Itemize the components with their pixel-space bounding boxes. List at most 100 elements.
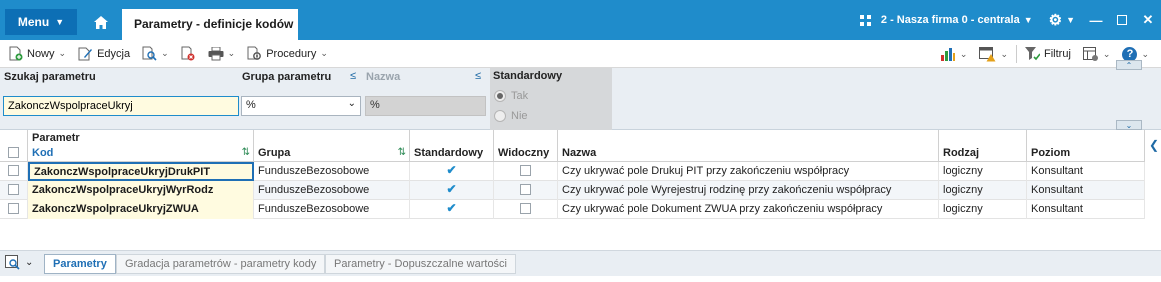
tab-gradacja[interactable]: Gradacja parametrów - parametry kody bbox=[116, 254, 326, 274]
column-label-kod: Kod bbox=[32, 147, 54, 159]
column-header-standardowy[interactable]: Standardowy bbox=[410, 130, 494, 162]
bottom-tab-bar: ⌄ Parametry Gradacja parametrów - parame… bbox=[0, 250, 1161, 276]
table-row[interactable]: ZakonczWspolpraceUkryjDrukPIT FunduszeBe… bbox=[0, 162, 1145, 181]
chevron-left-icon: ❮ bbox=[1148, 138, 1160, 152]
table-settings-icon bbox=[1082, 46, 1098, 61]
row-checkbox[interactable] bbox=[8, 165, 19, 176]
select-all-checkbox[interactable] bbox=[8, 147, 19, 158]
table-row[interactable]: ZakonczWspolpraceUkryjWyrRodz FunduszeBe… bbox=[0, 181, 1145, 200]
cell-poziom: Konsultant bbox=[1027, 181, 1145, 200]
menu-label: Menu bbox=[17, 15, 50, 29]
visible-checkbox[interactable] bbox=[520, 203, 531, 214]
chevron-down-icon: ▼ bbox=[1023, 15, 1033, 25]
sort-ascending-icon: ⇅ bbox=[241, 147, 250, 158]
tab-dopuszczalne-wartosci[interactable]: Parametry - Dopuszczalne wartości bbox=[325, 254, 517, 274]
table-row[interactable]: ZakonczWspolpraceUkryjZWUA FunduszeBezos… bbox=[0, 200, 1145, 219]
radio-selected-icon bbox=[494, 90, 506, 102]
column-header-widoczny[interactable]: Widoczny bbox=[494, 130, 558, 162]
list-search-icon bbox=[5, 255, 20, 270]
maximize-button[interactable] bbox=[1109, 15, 1135, 25]
column-header-kod[interactable]: Parametr Kod ⇅ bbox=[28, 130, 254, 162]
expand-filter-button[interactable]: ⌄ bbox=[1116, 120, 1142, 130]
edit-button[interactable]: Edycja bbox=[72, 42, 136, 66]
collapse-filter-button[interactable]: ⌃ bbox=[1116, 60, 1142, 70]
visible-checkbox[interactable] bbox=[520, 184, 531, 195]
column-header-rodzaj[interactable]: Rodzaj bbox=[939, 130, 1027, 162]
new-document-icon bbox=[9, 46, 23, 61]
cell-nazwa: Czy ukrywać pole Drukuj PIT przy zakończ… bbox=[558, 162, 939, 181]
cell-kod[interactable]: ZakonczWspolpraceUkryjZWUA bbox=[28, 200, 254, 219]
row-checkbox[interactable] bbox=[8, 184, 19, 195]
column-header-poziom[interactable]: Poziom bbox=[1027, 130, 1145, 162]
side-panel-toggle[interactable]: ❮ bbox=[1147, 130, 1161, 160]
cell-rodzaj: logiczny bbox=[939, 162, 1027, 181]
chevron-down-icon: ▼ bbox=[1066, 15, 1075, 25]
chevron-down-icon: ▼ bbox=[55, 17, 65, 27]
settings-button[interactable]: ⚙ ▼ bbox=[1041, 11, 1083, 29]
group-select-value: % bbox=[246, 99, 256, 111]
name-operator-icon: ≤ bbox=[475, 70, 482, 82]
cell-nazwa: Czy ukrywać pole Wyrejestruj rodzinę prz… bbox=[558, 181, 939, 200]
home-button[interactable] bbox=[84, 9, 118, 35]
parameters-grid: Parametr Kod ⇅ Grupa ⇅ Standardowy Widoc… bbox=[0, 130, 1145, 240]
window-settings-button[interactable]: ⌄ bbox=[973, 42, 1014, 66]
cell-grupa: FunduszeBezosobowe bbox=[254, 162, 410, 181]
column-label-rodzaj: Rodzaj bbox=[943, 147, 980, 159]
search-input[interactable] bbox=[3, 96, 239, 116]
cell-widoczny bbox=[494, 200, 558, 219]
standard-yes-radio[interactable]: Tak bbox=[494, 90, 528, 102]
procedures-button[interactable]: Procedury ⌄ bbox=[241, 42, 334, 66]
minimize-button[interactable]: — bbox=[1083, 13, 1109, 28]
column-header-grupa[interactable]: Grupa ⇅ bbox=[254, 130, 410, 162]
group-select[interactable]: % ⌄ bbox=[241, 96, 361, 116]
row-checkbox[interactable] bbox=[8, 203, 19, 214]
close-icon: ✕ bbox=[1142, 12, 1154, 27]
cell-nazwa: Czy ukrywać pole Dokument ZWUA przy zako… bbox=[558, 200, 939, 219]
column-label-grupa: Grupa bbox=[258, 147, 291, 159]
chevron-down-icon: ⌄ bbox=[1102, 48, 1111, 59]
document-tab[interactable]: Parametry - definicje kodów bbox=[122, 9, 298, 40]
toolbar: Nowy ⌄ Edycja ⌄ ⌄ Procedury ⌄ ⌄ ⌄ Filtru… bbox=[0, 40, 1161, 68]
standard-label: Standardowy bbox=[493, 70, 563, 82]
list-view-button[interactable]: ⌄ bbox=[5, 255, 33, 270]
chevron-down-icon: ⌄ bbox=[347, 98, 356, 109]
column-label-widoczny: Widoczny bbox=[498, 147, 550, 159]
name-input-value: % bbox=[370, 99, 380, 111]
window-warning-icon bbox=[979, 46, 996, 61]
preview-button[interactable]: ⌄ bbox=[136, 42, 175, 66]
cell-widoczny bbox=[494, 181, 558, 200]
group-operator-icon: ≤ bbox=[350, 70, 357, 82]
maximize-icon bbox=[1117, 15, 1127, 25]
gear-icon: ⚙ bbox=[1048, 12, 1063, 29]
magnifier-document-icon bbox=[142, 46, 157, 61]
procedures-label: Procedury bbox=[266, 47, 317, 60]
columns-settings-button[interactable]: ⌄ bbox=[1077, 42, 1117, 66]
visible-checkbox[interactable] bbox=[520, 165, 531, 176]
print-button[interactable]: ⌄ bbox=[202, 42, 242, 66]
company-selector[interactable]: 2 - Nasza firma 0 - centrala ▼ bbox=[852, 14, 1041, 26]
bar-chart-icon bbox=[940, 47, 955, 61]
chevron-down-icon: ⌄ bbox=[1125, 120, 1133, 130]
cell-kod[interactable]: ZakonczWspolpraceUkryjWyrRodz bbox=[28, 181, 254, 200]
chevron-down-icon: ⌄ bbox=[25, 257, 34, 268]
standard-yes-label: Tak bbox=[511, 90, 529, 102]
printer-icon bbox=[208, 46, 224, 60]
column-label-nazwa: Nazwa bbox=[562, 147, 597, 159]
chart-button[interactable]: ⌄ bbox=[934, 42, 974, 66]
radio-unselected-icon bbox=[494, 110, 506, 122]
close-window-button[interactable]: ✕ bbox=[1135, 12, 1161, 28]
standard-no-radio[interactable]: Nie bbox=[494, 110, 528, 122]
group-label: Grupa parametru bbox=[242, 71, 332, 83]
standard-panel: Standardowy Tak Nie bbox=[490, 68, 612, 130]
tab-parametry[interactable]: Parametry bbox=[44, 254, 116, 274]
name-input: % bbox=[365, 96, 486, 116]
delete-button[interactable] bbox=[175, 42, 202, 66]
cell-standardowy: ✔ bbox=[410, 162, 494, 181]
cell-kod[interactable]: ZakonczWspolpraceUkryjDrukPIT bbox=[28, 162, 254, 181]
column-header-nazwa[interactable]: Nazwa bbox=[558, 130, 939, 162]
toolbar-separator bbox=[1016, 45, 1018, 63]
menu-button[interactable]: Menu ▼ bbox=[5, 9, 77, 35]
filter-button[interactable]: Filtruj bbox=[1019, 42, 1077, 66]
new-button[interactable]: Nowy ⌄ bbox=[3, 42, 72, 66]
home-icon bbox=[94, 15, 108, 29]
